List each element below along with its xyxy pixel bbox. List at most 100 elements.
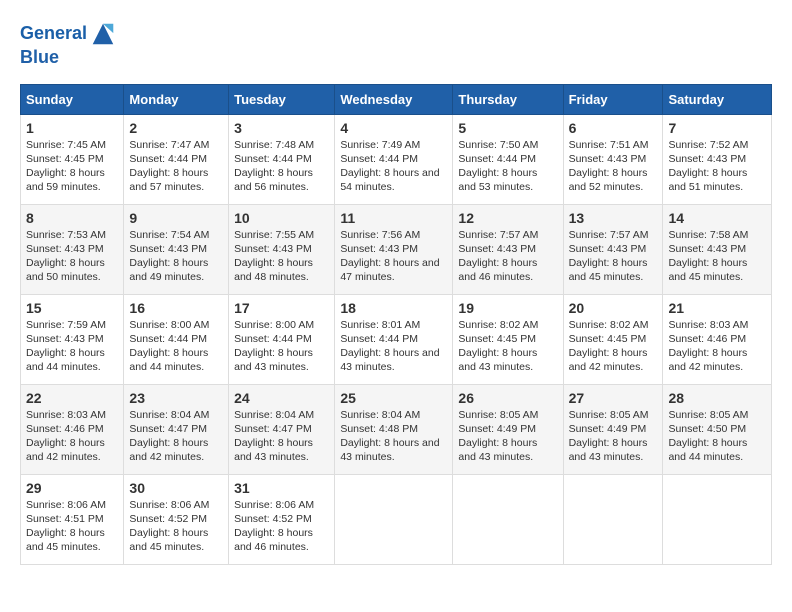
day-number: 9 <box>129 210 223 226</box>
calendar-cell: 16 Sunrise: 8:00 AMSunset: 4:44 PMDayligh… <box>124 294 229 384</box>
day-number: 30 <box>129 480 223 496</box>
day-number: 25 <box>340 390 447 406</box>
day-number: 2 <box>129 120 223 136</box>
day-info: Sunrise: 7:56 AMSunset: 4:43 PMDaylight:… <box>340 228 447 285</box>
calendar-cell: 25 Sunrise: 8:04 AMSunset: 4:48 PMDayligh… <box>335 384 453 474</box>
day-number: 29 <box>26 480 118 496</box>
day-number: 8 <box>26 210 118 226</box>
day-info: Sunrise: 7:57 AMSunset: 4:43 PMDaylight:… <box>569 228 658 285</box>
day-number: 17 <box>234 300 329 316</box>
calendar-week-row: 22 Sunrise: 8:03 AMSunset: 4:46 PMDayligh… <box>21 384 772 474</box>
day-info: Sunrise: 8:06 AMSunset: 4:52 PMDaylight:… <box>129 498 223 555</box>
day-number: 19 <box>458 300 557 316</box>
day-info: Sunrise: 8:05 AMSunset: 4:50 PMDaylight:… <box>668 408 766 465</box>
calendar-cell <box>563 474 663 564</box>
day-number: 7 <box>668 120 766 136</box>
day-info: Sunrise: 7:58 AMSunset: 4:43 PMDaylight:… <box>668 228 766 285</box>
calendar-header-row: SundayMondayTuesdayWednesdayThursdayFrid… <box>21 84 772 114</box>
logo-text: General <box>20 20 117 48</box>
day-number: 4 <box>340 120 447 136</box>
day-info: Sunrise: 7:55 AMSunset: 4:43 PMDaylight:… <box>234 228 329 285</box>
day-info: Sunrise: 8:01 AMSunset: 4:44 PMDaylight:… <box>340 318 447 375</box>
day-number: 28 <box>668 390 766 406</box>
calendar-cell: 6 Sunrise: 7:51 AMSunset: 4:43 PMDaylight… <box>563 114 663 204</box>
day-number: 18 <box>340 300 447 316</box>
calendar-week-row: 8 Sunrise: 7:53 AMSunset: 4:43 PMDaylight… <box>21 204 772 294</box>
calendar-cell <box>453 474 563 564</box>
calendar-cell: 11 Sunrise: 7:56 AMSunset: 4:43 PMDayligh… <box>335 204 453 294</box>
col-header-sunday: Sunday <box>21 84 124 114</box>
calendar-table: SundayMondayTuesdayWednesdayThursdayFrid… <box>20 84 772 565</box>
day-info: Sunrise: 8:02 AMSunset: 4:45 PMDaylight:… <box>458 318 557 375</box>
day-number: 22 <box>26 390 118 406</box>
calendar-cell: 13Sunrise: 7:57 AMSunset: 4:43 PMDayligh… <box>563 204 663 294</box>
day-number: 20 <box>569 300 658 316</box>
day-info: Sunrise: 8:02 AMSunset: 4:45 PMDaylight:… <box>569 318 658 375</box>
calendar-week-row: 29Sunrise: 8:06 AMSunset: 4:51 PMDayligh… <box>21 474 772 564</box>
day-info: Sunrise: 7:45 AMSunset: 4:45 PMDaylight:… <box>26 138 118 195</box>
day-number: 23 <box>129 390 223 406</box>
day-number: 1 <box>26 120 118 136</box>
day-number: 5 <box>458 120 557 136</box>
calendar-cell: 29Sunrise: 8:06 AMSunset: 4:51 PMDayligh… <box>21 474 124 564</box>
day-number: 31 <box>234 480 329 496</box>
col-header-wednesday: Wednesday <box>335 84 453 114</box>
day-info: Sunrise: 7:50 AMSunset: 4:44 PMDaylight:… <box>458 138 557 195</box>
day-info: Sunrise: 8:03 AMSunset: 4:46 PMDaylight:… <box>668 318 766 375</box>
day-info: Sunrise: 7:53 AMSunset: 4:43 PMDaylight:… <box>26 228 118 285</box>
day-info: Sunrise: 7:57 AMSunset: 4:43 PMDaylight:… <box>458 228 557 285</box>
page-header: General Blue <box>20 20 772 68</box>
calendar-cell: 20 Sunrise: 8:02 AMSunset: 4:45 PMDayligh… <box>563 294 663 384</box>
logo-text-blue: Blue <box>20 48 117 68</box>
day-info: Sunrise: 7:48 AMSunset: 4:44 PMDaylight:… <box>234 138 329 195</box>
calendar-cell: 14 Sunrise: 7:58 AMSunset: 4:43 PMDayligh… <box>663 204 772 294</box>
calendar-cell: 10 Sunrise: 7:55 AMSunset: 4:43 PMDayligh… <box>229 204 335 294</box>
day-info: Sunrise: 7:47 AMSunset: 4:44 PMDaylight:… <box>129 138 223 195</box>
day-number: 24 <box>234 390 329 406</box>
calendar-cell: 28 Sunrise: 8:05 AMSunset: 4:50 PMDayligh… <box>663 384 772 474</box>
day-info: Sunrise: 7:52 AMSunset: 4:43 PMDaylight:… <box>668 138 766 195</box>
calendar-cell: 15Sunrise: 7:59 AMSunset: 4:43 PMDayligh… <box>21 294 124 384</box>
day-number: 6 <box>569 120 658 136</box>
day-number: 10 <box>234 210 329 226</box>
day-info: Sunrise: 8:04 AMSunset: 4:48 PMDaylight:… <box>340 408 447 465</box>
day-info: Sunrise: 8:03 AMSunset: 4:46 PMDaylight:… <box>26 408 118 465</box>
day-info: Sunrise: 7:49 AMSunset: 4:44 PMDaylight:… <box>340 138 447 195</box>
calendar-cell: 24 Sunrise: 8:04 AMSunset: 4:47 PMDayligh… <box>229 384 335 474</box>
calendar-cell <box>663 474 772 564</box>
calendar-cell: 4 Sunrise: 7:49 AMSunset: 4:44 PMDaylight… <box>335 114 453 204</box>
calendar-cell <box>335 474 453 564</box>
day-number: 11 <box>340 210 447 226</box>
col-header-friday: Friday <box>563 84 663 114</box>
calendar-cell: 3 Sunrise: 7:48 AMSunset: 4:44 PMDaylight… <box>229 114 335 204</box>
calendar-cell: 7 Sunrise: 7:52 AMSunset: 4:43 PMDaylight… <box>663 114 772 204</box>
day-number: 21 <box>668 300 766 316</box>
day-info: Sunrise: 8:04 AMSunset: 4:47 PMDaylight:… <box>234 408 329 465</box>
calendar-week-row: 15Sunrise: 7:59 AMSunset: 4:43 PMDayligh… <box>21 294 772 384</box>
col-header-thursday: Thursday <box>453 84 563 114</box>
calendar-week-row: 1 Sunrise: 7:45 AMSunset: 4:45 PMDaylight… <box>21 114 772 204</box>
calendar-cell: 21 Sunrise: 8:03 AMSunset: 4:46 PMDayligh… <box>663 294 772 384</box>
day-number: 26 <box>458 390 557 406</box>
col-header-saturday: Saturday <box>663 84 772 114</box>
day-number: 15 <box>26 300 118 316</box>
day-info: Sunrise: 8:00 AMSunset: 4:44 PMDaylight:… <box>129 318 223 375</box>
calendar-cell: 5 Sunrise: 7:50 AMSunset: 4:44 PMDaylight… <box>453 114 563 204</box>
day-number: 16 <box>129 300 223 316</box>
day-info: Sunrise: 8:04 AMSunset: 4:47 PMDaylight:… <box>129 408 223 465</box>
day-number: 27 <box>569 390 658 406</box>
col-header-tuesday: Tuesday <box>229 84 335 114</box>
day-number: 12 <box>458 210 557 226</box>
calendar-cell: 12 Sunrise: 7:57 AMSunset: 4:43 PMDayligh… <box>453 204 563 294</box>
calendar-cell: 18 Sunrise: 8:01 AMSunset: 4:44 PMDayligh… <box>335 294 453 384</box>
day-info: Sunrise: 8:06 AMSunset: 4:52 PMDaylight:… <box>234 498 329 555</box>
calendar-cell: 23 Sunrise: 8:04 AMSunset: 4:47 PMDayligh… <box>124 384 229 474</box>
day-number: 14 <box>668 210 766 226</box>
day-info: Sunrise: 7:51 AMSunset: 4:43 PMDaylight:… <box>569 138 658 195</box>
calendar-cell: 22 Sunrise: 8:03 AMSunset: 4:46 PMDayligh… <box>21 384 124 474</box>
day-number: 3 <box>234 120 329 136</box>
calendar-cell: 27Sunrise: 8:05 AMSunset: 4:49 PMDayligh… <box>563 384 663 474</box>
calendar-cell: 9 Sunrise: 7:54 AMSunset: 4:43 PMDaylight… <box>124 204 229 294</box>
day-info: Sunrise: 8:00 AMSunset: 4:44 PMDaylight:… <box>234 318 329 375</box>
day-info: Sunrise: 7:54 AMSunset: 4:43 PMDaylight:… <box>129 228 223 285</box>
